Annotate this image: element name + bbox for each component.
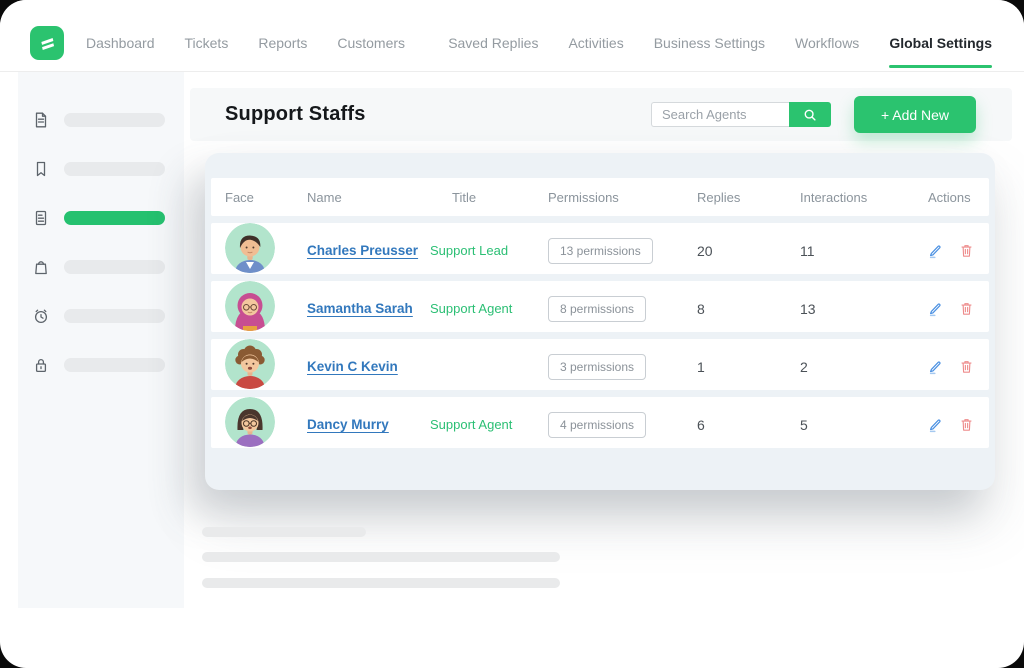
staff-name-link[interactable]: Charles Preusser xyxy=(307,243,418,258)
interactions-count: 5 xyxy=(800,417,928,433)
edit-icon[interactable] xyxy=(928,359,944,375)
search-group xyxy=(651,102,831,127)
alarm-clock-icon xyxy=(32,307,50,325)
col-header-name: Name xyxy=(307,190,430,205)
sidebar-item[interactable] xyxy=(18,144,184,193)
permissions-badge[interactable]: 3 permissions xyxy=(548,354,646,380)
app-window: Dashboard Tickets Reports Customers Save… xyxy=(0,0,1024,668)
nav-dashboard[interactable]: Dashboard xyxy=(86,35,155,51)
sidebar-item[interactable] xyxy=(18,340,184,389)
shopping-bag-icon xyxy=(32,258,50,276)
staff-title-label: Support Agent xyxy=(430,301,512,316)
search-icon xyxy=(803,108,817,122)
col-header-interactions: Interactions xyxy=(800,190,928,205)
sidebar-skeleton-label xyxy=(64,260,165,274)
sidebar-item[interactable] xyxy=(18,242,184,291)
replies-count: 6 xyxy=(697,417,800,433)
table-header-row: Face Name Title Permissions Replies Inte… xyxy=(211,178,989,216)
staff-avatar xyxy=(225,397,275,447)
nav-workflows[interactable]: Workflows xyxy=(795,35,859,51)
nav-business-settings[interactable]: Business Settings xyxy=(654,35,765,51)
permissions-badge[interactable]: 8 permissions xyxy=(548,296,646,322)
settings-sidebar xyxy=(18,72,184,608)
nav-tickets[interactable]: Tickets xyxy=(185,35,229,51)
staff-title-label: Support Lead xyxy=(430,243,508,258)
secondary-nav: Saved Replies Activities Business Settin… xyxy=(448,35,992,51)
nav-reports[interactable]: Reports xyxy=(258,35,307,51)
col-header-title: Title xyxy=(430,190,548,205)
interactions-count: 11 xyxy=(800,243,928,259)
staff-avatar xyxy=(225,339,275,389)
table-row: Kevin C Kevin 3 permissions 1 2 xyxy=(211,339,989,390)
sidebar-skeleton-label xyxy=(64,162,165,176)
file-icon xyxy=(32,111,50,129)
table-row: Dancy Murry Support Agent 4 permissions … xyxy=(211,397,989,448)
app-logo-icon[interactable] xyxy=(30,26,64,60)
staff-avatar xyxy=(225,281,275,331)
delete-icon[interactable] xyxy=(959,359,974,374)
staff-name-link[interactable]: Samantha Sarah xyxy=(307,301,413,316)
permissions-badge[interactable]: 4 permissions xyxy=(548,412,646,438)
sidebar-active-indicator xyxy=(64,211,165,225)
sidebar-skeleton-label xyxy=(64,113,165,127)
nav-global-settings[interactable]: Global Settings xyxy=(889,35,992,51)
content-header: Support Staffs + Add New xyxy=(190,88,1012,141)
staff-name-link[interactable]: Dancy Murry xyxy=(307,417,389,432)
staff-avatar xyxy=(225,223,275,273)
top-navbar: Dashboard Tickets Reports Customers Save… xyxy=(0,0,1024,72)
col-header-actions: Actions xyxy=(928,190,989,205)
table-row: Charles Preusser Support Lead 13 permiss… xyxy=(211,223,989,274)
replies-count: 20 xyxy=(697,243,800,259)
staff-title-label: Support Agent xyxy=(430,417,512,432)
edit-icon[interactable] xyxy=(928,243,944,259)
col-header-replies: Replies xyxy=(697,190,800,205)
replies-count: 8 xyxy=(697,301,800,317)
table-body: Charles Preusser Support Lead 13 permiss… xyxy=(211,223,989,448)
primary-nav: Dashboard Tickets Reports Customers xyxy=(86,35,405,51)
sidebar-skeleton-label xyxy=(64,309,165,323)
sidebar-skeleton-label xyxy=(64,358,165,372)
nav-activities[interactable]: Activities xyxy=(568,35,623,51)
col-header-face: Face xyxy=(225,190,307,205)
delete-icon[interactable] xyxy=(959,243,974,258)
report-doc-icon xyxy=(32,209,50,227)
delete-icon[interactable] xyxy=(959,417,974,432)
edit-icon[interactable] xyxy=(928,417,944,433)
edit-icon[interactable] xyxy=(928,301,944,317)
permissions-badge[interactable]: 13 permissions xyxy=(548,238,653,264)
sidebar-item[interactable] xyxy=(18,193,184,242)
replies-count: 1 xyxy=(697,359,800,375)
lock-icon xyxy=(32,356,50,374)
nav-customers[interactable]: Customers xyxy=(337,35,405,51)
delete-icon[interactable] xyxy=(959,301,974,316)
bookmark-icon xyxy=(32,160,50,178)
nav-saved-replies[interactable]: Saved Replies xyxy=(448,35,538,51)
add-new-button[interactable]: + Add New xyxy=(854,96,976,133)
skeleton-bar xyxy=(202,578,560,588)
table-row: Samantha Sarah Support Agent 8 permissio… xyxy=(211,281,989,332)
page-title: Support Staffs xyxy=(225,103,366,126)
search-input[interactable] xyxy=(651,102,789,127)
sidebar-item[interactable] xyxy=(18,95,184,144)
search-button[interactable] xyxy=(789,102,831,127)
staff-table-card: Face Name Title Permissions Replies Inte… xyxy=(205,153,995,490)
staff-name-link[interactable]: Kevin C Kevin xyxy=(307,359,398,374)
fluent-support-logo xyxy=(35,31,59,55)
col-header-permissions: Permissions xyxy=(548,190,697,205)
interactions-count: 13 xyxy=(800,301,928,317)
interactions-count: 2 xyxy=(800,359,928,375)
skeleton-bar xyxy=(202,527,366,537)
skeleton-bar xyxy=(202,552,560,562)
sidebar-item[interactable] xyxy=(18,291,184,340)
